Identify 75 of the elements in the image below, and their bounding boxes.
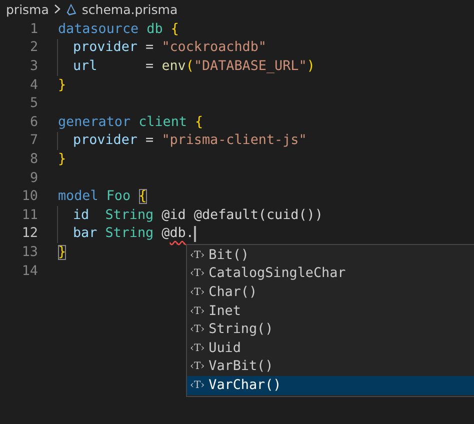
code-token: provider (73, 40, 138, 56)
code-token: } (58, 152, 66, 167)
code-token: . (186, 226, 194, 242)
code-token: @ (160, 226, 170, 242)
suggestion-label: Inet (208, 304, 241, 319)
code-token: { (194, 114, 204, 130)
string-literal: "prisma-client-js" (162, 133, 307, 148)
breadcrumb-file[interactable]: schema.prisma (82, 2, 178, 16)
keyword: model (58, 189, 98, 204)
chevron-icon (54, 4, 61, 14)
suggestion-item[interactable]: ‹T› Bit() (187, 246, 474, 265)
code-token: Foo (105, 189, 132, 204)
code-token: ) (306, 58, 315, 74)
text-cursor (194, 226, 196, 242)
line-number: 7 (28, 133, 38, 148)
line-number: 12 (20, 226, 38, 242)
error-token: db (170, 226, 186, 242)
type-parameter-icon: ‹T› (190, 250, 205, 261)
suggestion-item[interactable]: ‹T› VarChar() (187, 376, 474, 395)
keyword: datasource (58, 22, 139, 37)
suggestion-item[interactable]: ‹T› Uuid (187, 338, 474, 358)
suggestion-item[interactable]: ‹T› Char() (187, 283, 474, 302)
suggestion-label: VarChar() (208, 378, 282, 393)
line-number: 4 (28, 78, 38, 93)
type-parameter-icon: ‹T› (190, 361, 205, 372)
code-token: provider (73, 133, 138, 148)
suggestion-item[interactable]: ‹T› String() (187, 320, 474, 339)
line-number: 11 (20, 208, 38, 223)
matched-bracket: } (58, 244, 66, 260)
line-number: 1 (28, 22, 38, 37)
line-number: 10 (20, 189, 38, 204)
suggestion-item[interactable]: ‹T› VarBit() (187, 358, 474, 376)
suggestion-label: Uuid (208, 340, 241, 356)
type-parameter-icon: ‹T› (190, 380, 205, 391)
suggestion-label: VarBit() (208, 359, 274, 374)
code-token: ( (186, 58, 194, 74)
keyword: generator (58, 114, 131, 130)
code-token: @id @default(cuid()) (160, 208, 323, 223)
suggestion-label: String() (208, 322, 274, 338)
code-token: } (58, 78, 66, 93)
code-token: = (144, 133, 155, 148)
code-token: env (162, 58, 186, 74)
string-literal: "DATABASE_URL" (194, 58, 307, 74)
code-token: String (104, 208, 154, 223)
line-number: 8 (28, 152, 38, 167)
string-literal: "cockroachdb" (162, 40, 266, 56)
code-token: client (138, 114, 187, 130)
breadcrumb-folder[interactable]: prisma (6, 2, 49, 16)
line-number: 6 (28, 114, 38, 130)
matched-bracket: { (138, 189, 147, 204)
suggestion-label: Char() (208, 284, 258, 300)
line-number: 5 (28, 96, 38, 112)
line-number: 9 (28, 170, 38, 186)
type-parameter-icon: ‹T› (190, 306, 205, 317)
line-number: 13 (20, 244, 38, 260)
suggestion-item[interactable]: ‹T› CatalogSingleChar (187, 264, 474, 284)
suggestion-label: CatalogSingleChar (208, 266, 346, 282)
line-number: 2 (28, 40, 38, 56)
code-token: String (104, 226, 154, 242)
suggestion-label: Bit() (208, 248, 249, 263)
type-parameter-icon: ‹T› (190, 342, 205, 354)
type-parameter-icon: ‹T› (190, 268, 205, 280)
type-parameter-icon: ‹T› (190, 324, 205, 336)
type-parameter-icon: ‹T› (190, 286, 205, 298)
triangle-logo-icon (66, 2, 77, 16)
code-token: = (144, 58, 155, 74)
code-token: bar (73, 226, 98, 242)
code-token: = (144, 40, 155, 56)
code-token: url (73, 58, 98, 74)
code-token: id (73, 208, 90, 223)
line-number: 14 (20, 264, 38, 279)
line-number: 3 (28, 58, 38, 74)
code-token: db (146, 22, 163, 37)
suggestion-item[interactable]: ‹T› Inet (187, 302, 474, 320)
code-token: { (170, 22, 179, 37)
